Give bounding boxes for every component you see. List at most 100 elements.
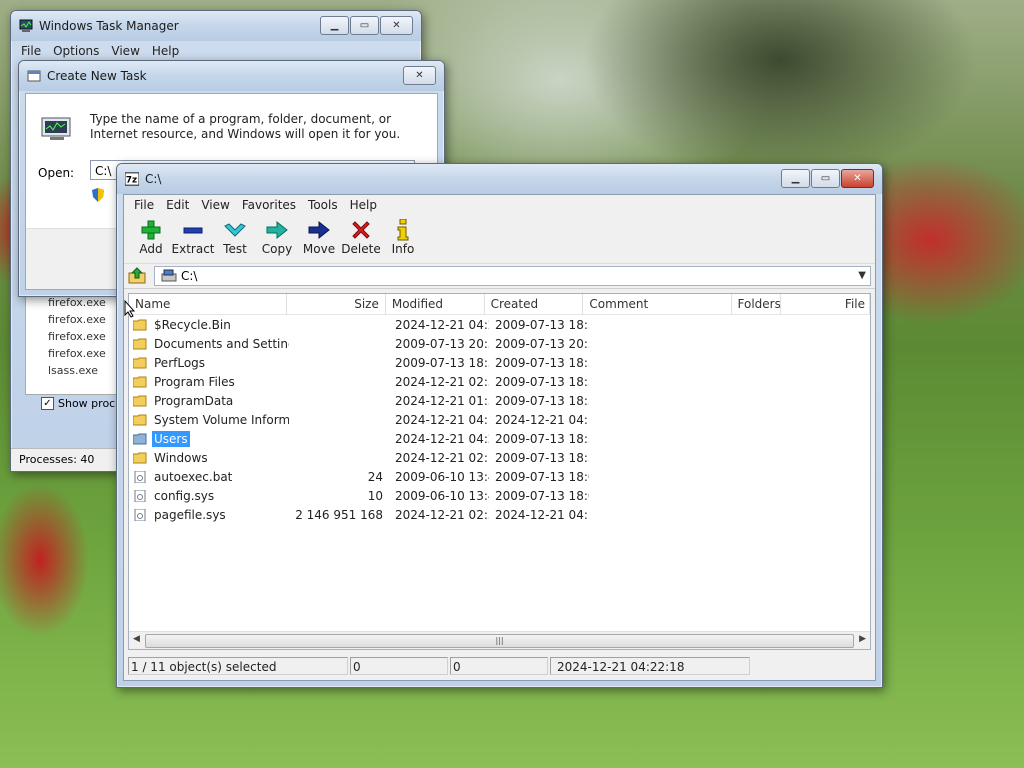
column-folders[interactable]: Folders [732,294,782,314]
file-created: 2009-07-13 18:37 [495,431,589,446]
menu-help[interactable]: Help [146,44,185,58]
file-name-cell: pagefile.sys [129,507,289,523]
file-name-cell: Documents and Settings [129,336,289,352]
plus-icon [140,219,162,241]
folder-icon [133,452,147,463]
file-row[interactable]: $Recycle.Bin 2024-12-21 04:22 2009-07-13 1… [129,315,870,334]
scroll-left-icon[interactable]: ◀ [133,634,140,644]
path-value: C:\ [181,269,198,283]
column-comment[interactable]: Comment [583,294,732,314]
file-created: 2009-07-13 18:36 [495,317,589,332]
file-name: ProgramData [154,393,234,408]
test-button[interactable]: Test [214,215,256,263]
close-button[interactable]: ✕ [403,66,436,85]
maximize-button[interactable]: ▭ [811,169,840,188]
column-name[interactable]: Name [129,294,287,314]
status-size: 0 [350,657,448,675]
extract-button[interactable]: Extract [171,215,215,263]
path-combobox[interactable]: C:\ ▼ [154,266,871,286]
file-size: 24 [367,469,383,484]
file-name-cell: config.sys [129,488,289,504]
minimize-button[interactable]: ▁ [781,169,810,188]
task-manager-titlebar[interactable]: Windows Task Manager ▁ ▭ ✕ [11,11,421,41]
create-new-task-description: Type the name of a program, folder, docu… [90,112,401,141]
folder-up-icon[interactable] [128,267,146,285]
file-name: config.sys [154,488,215,503]
chevron-down-icon[interactable]: ▼ [858,270,866,281]
file-modified: 2024-12-21 02:14 [395,450,489,465]
file-created: 2009-07-13 18:37 [495,393,589,408]
create-new-task-titlebar[interactable]: Create New Task ✕ [19,61,444,91]
close-button[interactable]: ✕ [380,16,413,35]
file-modified: 2024-12-21 02:30 [395,507,489,522]
menu-view[interactable]: View [195,198,235,212]
7zip-titlebar[interactable]: 7z C:\ ▁ ▭ ✕ [117,164,882,194]
file-list-rows: $Recycle.Bin 2024-12-21 04:22 2009-07-13 1… [129,315,870,524]
close-button[interactable]: ✕ [841,169,874,188]
status-selection: 1 / 11 object(s) selected [128,657,348,675]
file-name: Windows [154,450,208,465]
file-row[interactable]: pagefile.sys 2 146 951 168 2024-12-21 02:3… [129,505,870,524]
copy-label: Copy [261,242,293,256]
folder-icon [133,433,147,444]
file-row[interactable]: autoexec.bat 24 2009-06-10 13:42 2009-07-13… [129,467,870,486]
file-row[interactable]: ProgramData 2024-12-21 01:31 2009-07-13 18… [129,391,870,410]
file-row[interactable]: config.sys 10 2009-06-10 13:42 2009-07-13 1… [129,486,870,505]
menu-help[interactable]: Help [344,198,383,212]
info-icon [392,219,414,241]
close-icon: ✕ [415,70,424,81]
menu-tools[interactable]: Tools [302,198,344,212]
task-manager-title: Windows Task Manager [39,19,179,33]
file-name-cell: Program Files [129,374,289,390]
file-list[interactable]: Name Size Modified Created Comment Folde… [128,293,871,650]
test-label: Test [223,242,247,256]
menu-favorites[interactable]: Favorites [236,198,302,212]
minimize-button[interactable]: ▁ [320,16,349,35]
scroll-right-icon[interactable]: ▶ [859,634,866,644]
7zip-file-manager-window[interactable]: 7z C:\ ▁ ▭ ✕ File Edit View Favorites To… [116,163,883,688]
folder-icon [133,338,147,349]
status-datetime: 2024-12-21 04:22:18 [550,657,750,675]
file-row[interactable]: System Volume Informa... 2024-12-21 04:16… [129,410,870,429]
menu-file[interactable]: File [15,44,47,58]
file-created: 2009-07-13 20:53 [495,336,589,351]
menu-view[interactable]: View [105,44,145,58]
maximize-button[interactable]: ▭ [350,16,379,35]
file-row[interactable]: Windows 2024-12-21 02:14 2009-07-13 18:37 [129,448,870,467]
column-created[interactable]: Created [485,294,584,314]
file-row[interactable]: Program Files 2024-12-21 02:37 2009-07-13 … [129,372,870,391]
file-created: 2024-12-21 04:16 [495,412,589,427]
check-icon [224,219,246,241]
menu-edit[interactable]: Edit [160,198,195,212]
column-files[interactable]: File [781,294,870,314]
file-modified: 2009-07-13 18:37 [395,355,489,370]
copy-button[interactable]: Copy [256,215,298,263]
file-name: autoexec.bat [154,469,233,484]
info-button[interactable]: Info [382,215,424,263]
column-size[interactable]: Size [287,294,386,314]
file-name-cell: System Volume Informa... [129,412,289,428]
file-row[interactable]: Users 2024-12-21 04:22 2009-07-13 18:37 [129,429,870,448]
run-program-icon [41,117,71,140]
menu-options[interactable]: Options [47,44,105,58]
file-name: PerfLogs [154,355,206,370]
extract-label: Extract [171,242,215,256]
menu-file[interactable]: File [128,198,160,212]
add-button[interactable]: Add [130,215,172,263]
file-name: $Recycle.Bin [154,317,231,332]
status-packed-size: 0 [450,657,548,675]
horizontal-scrollbar[interactable]: ◀ ||| ▶ [129,631,870,649]
file-created: 2009-07-13 18:37 [495,450,589,465]
address-bar: C:\ ▼ [124,264,875,289]
delete-button[interactable]: Delete [340,215,382,263]
column-modified[interactable]: Modified [386,294,485,314]
scroll-thumb[interactable]: ||| [145,634,854,648]
file-created: 2009-07-13 18:37 [495,355,589,370]
file-name: Users [152,430,190,447]
file-created: 2024-12-21 04:16 [495,507,589,522]
file-row[interactable]: PerfLogs 2009-07-13 18:37 2009-07-13 18:37 [129,353,870,372]
move-button[interactable]: Move [298,215,340,263]
file-row[interactable]: Documents and Settings 2009-07-13 20:53 20… [129,334,870,353]
7zip-statusbar: 1 / 11 object(s) selected 0 0 2024-12-21… [128,654,871,678]
show-processes-checkbox[interactable]: ✓ Show proces [41,397,128,410]
